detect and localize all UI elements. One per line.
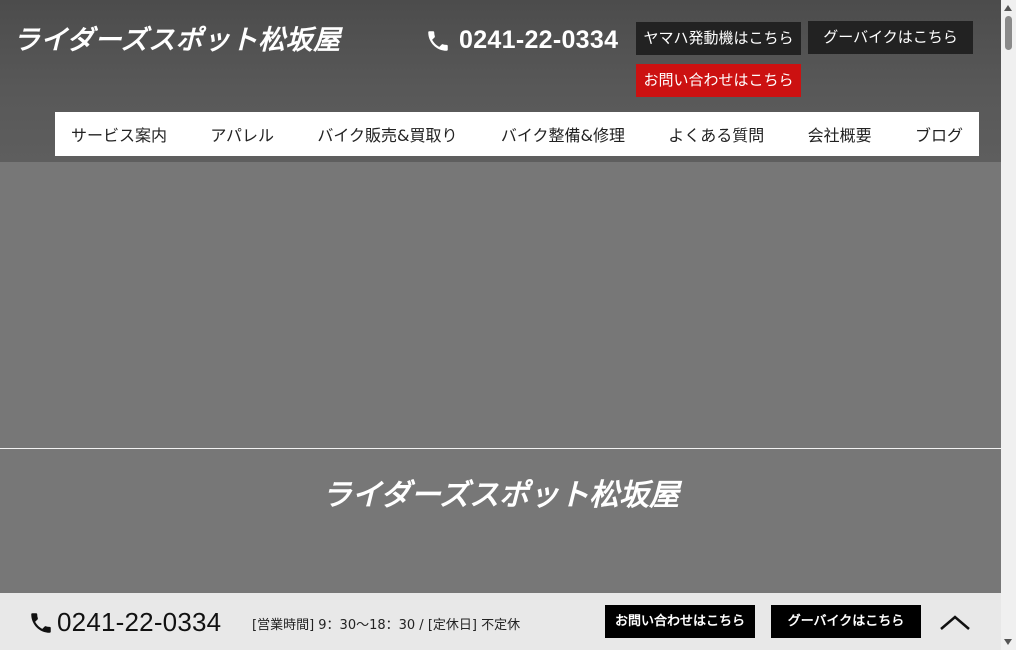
bottom-phone[interactable]: 0241-22-0334: [28, 607, 221, 638]
nav-item-blog[interactable]: ブログ: [915, 122, 963, 146]
global-nav: サービス案内 アパレル バイク販売&買取り バイク整備&修理 よくある質問 会社…: [55, 112, 979, 156]
page-scrollbar[interactable]: [1001, 0, 1016, 650]
scroll-up-arrow-icon[interactable]: [1004, 5, 1012, 11]
back-to-top-button[interactable]: [938, 609, 972, 635]
nav-item-apparel[interactable]: アパレル: [210, 122, 274, 146]
phone-icon: [28, 610, 54, 636]
bottom-phone-number[interactable]: 0241-22-0334: [57, 607, 221, 638]
fixed-bottom-bar: 0241-22-0334 [営業時間] 9：30〜18：30 / [定休日] 不…: [0, 593, 1001, 650]
scroll-thumb[interactable]: [1005, 16, 1012, 50]
nav-item-maintenance[interactable]: バイク整備&修理: [501, 122, 625, 146]
nav-item-company[interactable]: 会社概要: [808, 122, 872, 146]
header-phone[interactable]: 0241-22-0334: [425, 26, 618, 55]
yamaha-link-button[interactable]: ヤマハ発動機はこちら: [636, 22, 801, 55]
nav-item-faq[interactable]: よくある質問: [668, 122, 764, 146]
phone-icon: [425, 28, 451, 54]
scroll-down-arrow-icon[interactable]: [1004, 639, 1012, 645]
header-phone-number[interactable]: 0241-22-0334: [459, 26, 618, 55]
business-hours: [営業時間] 9：30〜18：30 / [定休日] 不定休: [252, 618, 521, 633]
contact-button[interactable]: お問い合わせはこちら: [636, 64, 801, 97]
bottom-goobike-button[interactable]: グーバイクはこちら: [771, 605, 921, 638]
nav-item-bike-sales[interactable]: バイク販売&買取り: [317, 122, 457, 146]
goobike-link-button[interactable]: グーバイクはこちら: [808, 21, 973, 54]
bottom-contact-button[interactable]: お問い合わせはこちら: [605, 605, 755, 638]
hero-title: ライダーズスポット松坂屋: [321, 478, 680, 513]
hero-divider: [0, 448, 1001, 449]
site-header: ライダーズスポット松坂屋 0241-22-0334 ヤマハ発動機はこちら グーバ…: [0, 0, 1001, 162]
site-logo[interactable]: ライダーズスポット松坂屋: [13, 18, 341, 57]
nav-item-services[interactable]: サービス案内: [71, 122, 167, 146]
chevron-up-icon: [938, 609, 972, 635]
